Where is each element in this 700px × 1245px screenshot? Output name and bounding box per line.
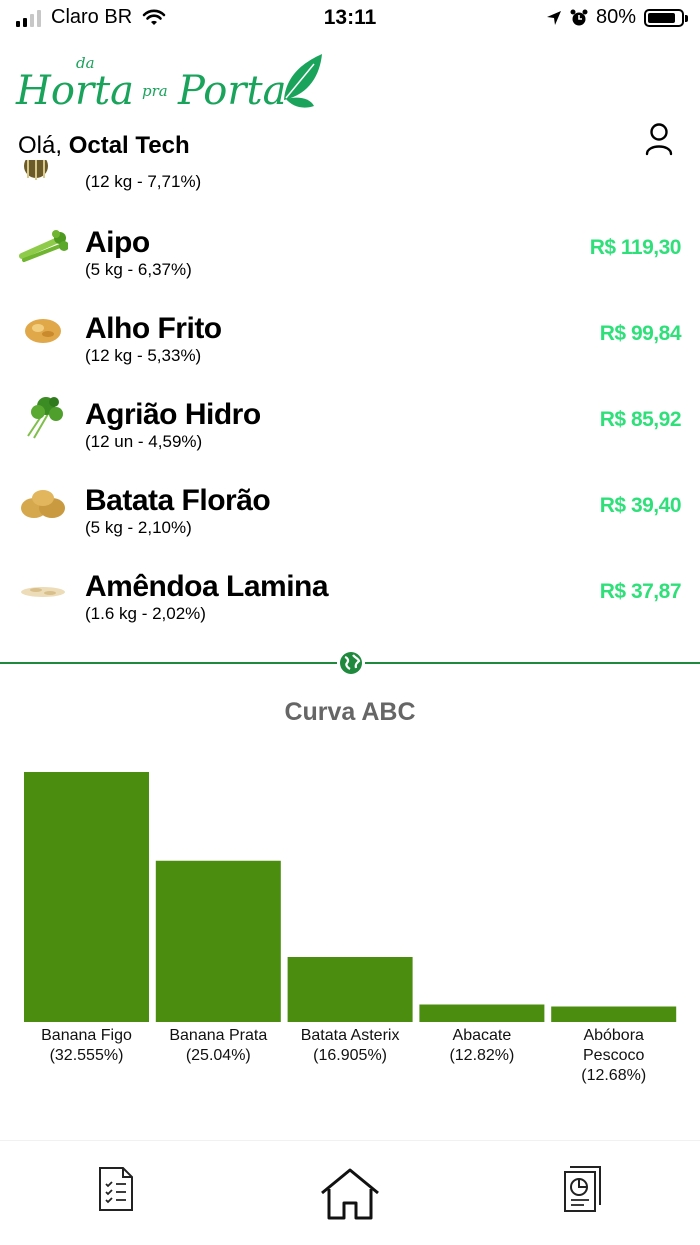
chart-bar [287,957,413,1022]
list-item[interactable]: Batata Florão (5 kg - 2,10%) R$ 39,40 [0,476,700,562]
product-qty: (5 kg - 2,10%) [85,518,192,537]
svg-text:Horta: Horta [15,68,134,114]
bottom-nav [0,1140,700,1245]
product-name: Alho Frito [85,312,222,345]
globe-icon [337,649,365,677]
product-price: R$ 85,92 [599,408,682,431]
product-name: Aipo [85,226,150,259]
chart-bar [551,1006,677,1022]
home-icon[interactable] [320,1167,380,1221]
abc-curve-chart: Banana Figo (32.555%) Banana Prata (25.04%)… [24,772,677,1084]
chart-title: Curva ABC [284,698,416,726]
product-qty: (5 kg - 6,37%) [85,260,192,279]
chart-bar [155,860,281,1022]
chart-value-label: (32.555%) [50,1047,124,1064]
product-price: R$ 99,84 [599,322,682,345]
chart-category-label: Banana Figo [41,1027,132,1044]
chart-category-label: Abacate [453,1027,512,1044]
location-arrow-icon [546,10,561,25]
melon-icon [24,160,48,180]
greeting-prefix: Olá, [18,132,63,159]
chart-category-label: Batata Asterix [301,1027,400,1044]
product-qty: (12 kg - 5,33%) [85,346,202,365]
alarm-icon [570,9,588,25]
chart-category-label: Banana Prata [169,1027,267,1044]
chart-value-label: (25.04%) [186,1047,251,1064]
potato-icon [21,490,65,518]
fried-garlic-icon [25,319,61,343]
checklist-icon[interactable] [97,1165,135,1213]
svg-text:Porta: Porta [177,68,286,114]
battery-percent: 80% [595,6,636,28]
product-price: R$ 37,87 [599,580,682,603]
battery-icon [644,8,688,27]
user-name: Octal Tech [68,132,190,159]
list-item[interactable]: Amêndoa Lamina (1.6 kg - 2,02%) R$ 37,87 [0,562,700,648]
chart-value-label: (12.82%) [449,1047,514,1064]
chart-category-label: Pescoco [583,1047,644,1064]
chart-bar [419,1004,545,1022]
user-profile-icon[interactable] [644,122,674,156]
product-qty: (12 kg - 7,71%) [85,172,202,191]
report-chart-icon[interactable] [562,1165,606,1213]
product-price: R$ 119,30 [589,236,682,259]
product-name: Batata Florão [85,484,271,517]
celery-icon [19,230,68,262]
status-right: 80% [546,6,688,29]
product-list[interactable]: (12 kg - 7,71%) Aipo (5 kg - 6,37%) R$ 1… [0,160,700,657]
list-item[interactable]: Aipo (5 kg - 6,37%) R$ 119,30 [0,218,700,304]
product-price: R$ 39,40 [599,494,682,517]
product-qty: (1.6 kg - 2,02%) [85,604,206,623]
list-item[interactable]: Agrião Hidro (12 un - 4,59%) R$ 85,92 [0,390,700,476]
list-item[interactable]: (12 kg - 7,71%) [0,160,700,191]
product-name: Amêndoa Lamina [85,570,329,603]
brand-logo: da Horta pra Porta [15,54,322,114]
product-name: Agrião Hidro [85,398,261,431]
svg-text:pra: pra [142,82,168,100]
status-bar: Claro BR 13:11 80% [0,0,700,36]
watercress-icon [27,397,63,439]
chart-category-label: Abóbora [583,1027,644,1044]
chart-value-label: (12.68%) [581,1067,646,1084]
chart-value-label: (16.905%) [313,1047,387,1064]
list-item[interactable]: Alho Frito (12 kg - 5,33%) R$ 99,84 [0,304,700,390]
almond-slices-icon [21,587,65,597]
product-qty: (12 un - 4,59%) [85,432,203,451]
chart-bar [24,772,149,1022]
greeting: Olá, Octal Tech [18,132,190,160]
